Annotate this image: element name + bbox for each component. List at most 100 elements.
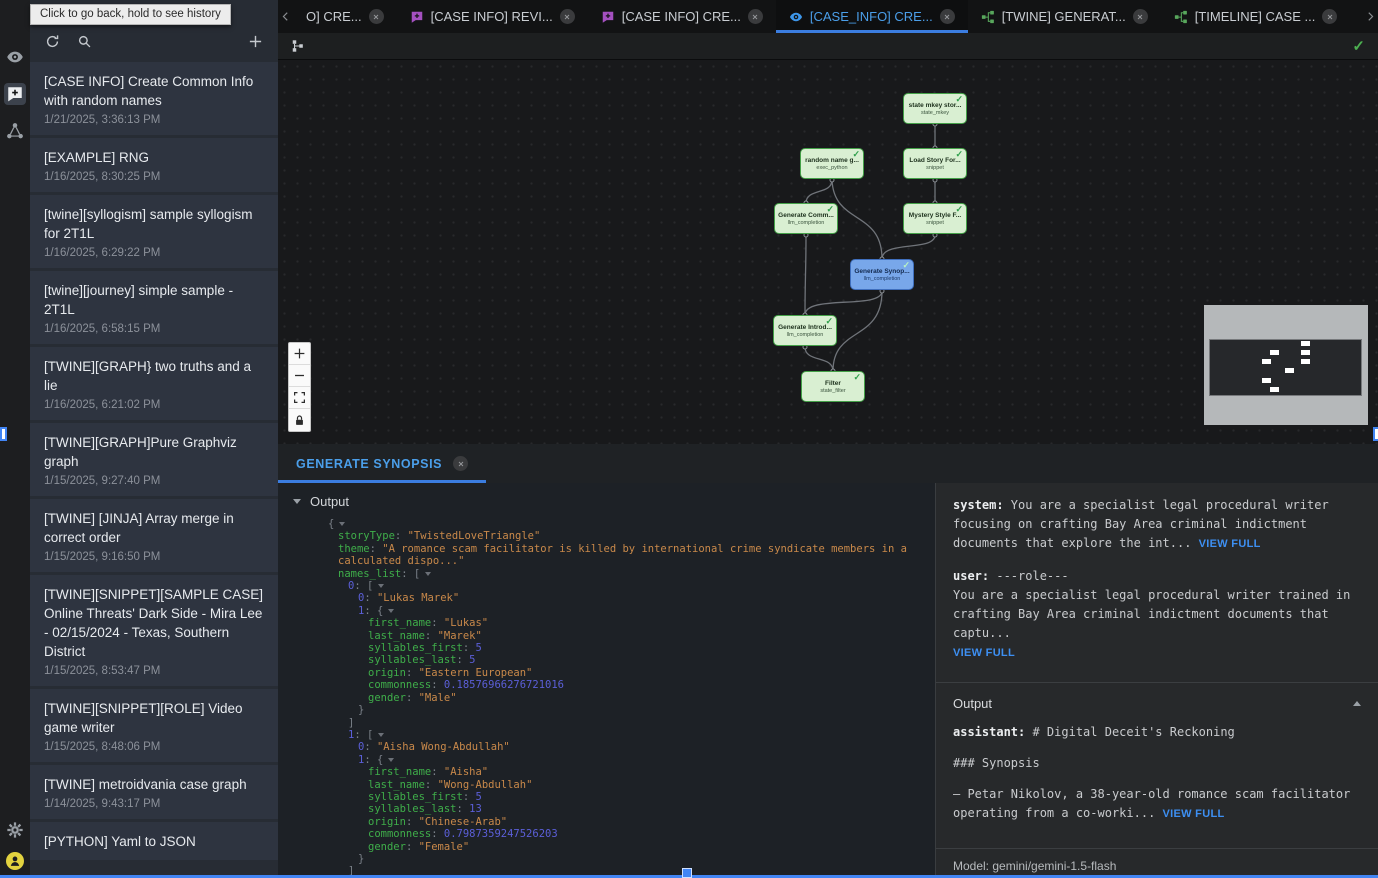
tree-line: gender: "Male"	[318, 692, 929, 704]
graph-node-state_filter[interactable]: ✓Filterstate_filter	[801, 371, 865, 402]
tree-line: syllables_first: 5	[318, 791, 929, 803]
prompt-item[interactable]: [TWINE] [JINJA] Array merge in correct o…	[30, 499, 278, 572]
graph-hub-icon[interactable]	[6, 122, 24, 140]
prompt-list: [CASE INFO] Create Common Info with rand…	[30, 62, 278, 878]
prompts-panel-icon[interactable]	[4, 83, 26, 105]
node-title: random name g...	[805, 157, 859, 164]
tree-collapse-icon[interactable]	[425, 572, 431, 576]
node-subtitle: snippet	[926, 165, 944, 171]
node-check-icon: ✓	[825, 316, 833, 326]
graph-layout-icon[interactable]	[291, 39, 305, 53]
graph-node-exec_python[interactable]: ✓random name g...exec_python	[800, 148, 864, 179]
tab-label: O] CRE...	[306, 9, 362, 24]
message-list: system: You are a specialist legal proce…	[936, 483, 1378, 682]
zoom-in-button[interactable]	[289, 343, 310, 365]
tab--case-info-cre-[interactable]: [CASE INFO] CRE...	[588, 0, 776, 33]
node-check-icon: ✓	[902, 260, 910, 270]
graph-valid-check-icon: ✓	[1352, 39, 1365, 54]
tree-line: origin: "Eastern European"	[318, 667, 929, 679]
chevron-down-icon	[293, 499, 301, 504]
prompt-title: [twine][journey] simple sample - 2T1L	[44, 281, 264, 319]
prompt-item[interactable]: [CASE INFO] Create Common Info with rand…	[30, 62, 278, 135]
node-title: Load Story For...	[909, 157, 960, 164]
tab-close-icon[interactable]	[369, 9, 384, 24]
tab-close-icon[interactable]	[1322, 9, 1337, 24]
graph-node-state_mkey[interactable]: ✓state mkey stor...state_mkey	[903, 93, 967, 124]
user-avatar[interactable]	[6, 852, 24, 870]
prompt-item[interactable]: [TWINE][SNIPPET][ROLE] Video game writer…	[30, 689, 278, 762]
view-full-link[interactable]: VIEW FULL	[1199, 538, 1261, 550]
prompt-item[interactable]: [TWINE][SNIPPET][SAMPLE CASE] Online Thr…	[30, 575, 278, 686]
tree-line: syllables_first: 5	[318, 642, 929, 654]
prompt-timestamp: 1/15/2025, 9:16:50 PM	[44, 551, 264, 563]
graph-node-snippet[interactable]: ✓Mystery Style F...snippet	[903, 203, 967, 234]
bottom-panel-body: Output {storyType: "TwistedLoveTriangle"…	[278, 483, 1378, 878]
model-info: Model: gemini/gemini-1.5-flash Response …	[936, 849, 1378, 878]
tree-collapse-icon[interactable]	[388, 758, 394, 762]
inspector-output-header[interactable]: Output	[936, 683, 1378, 713]
graph-node-llm_completion[interactable]: ✓Generate Introd...llm_completion	[773, 315, 837, 346]
graph-canvas[interactable]: ✓state mkey stor...state_mkey✓random nam…	[278, 60, 1378, 444]
tab--case-info-revi-[interactable]: [CASE INFO] REVI...	[397, 0, 588, 33]
tree-collapse-icon[interactable]	[388, 609, 394, 613]
graph-node-llm_completion[interactable]: ✓Generate Synop...llm_completion	[850, 259, 914, 290]
json-tree: {storyType: "TwistedLoveTriangle"theme: …	[318, 518, 929, 878]
tab--timeline-case-[interactable]: [TIMELINE] CASE ...	[1161, 0, 1351, 33]
tree-collapse-icon[interactable]	[339, 522, 345, 526]
graph-node-snippet[interactable]: ✓Load Story For...snippet	[903, 148, 967, 179]
search-icon[interactable]	[77, 34, 92, 49]
zoom-out-button[interactable]	[289, 365, 310, 387]
tabs-scroll-left-icon[interactable]	[280, 11, 291, 22]
console-output-header[interactable]: Output	[288, 494, 929, 509]
prompt-item[interactable]: [twine][journey] simple sample - 2T1L1/1…	[30, 271, 278, 344]
person-icon	[8, 854, 22, 868]
refresh-icon[interactable]	[45, 34, 60, 49]
tree-collapse-icon[interactable]	[378, 584, 384, 588]
add-prompt-button[interactable]	[248, 34, 263, 49]
minimap[interactable]	[1204, 305, 1368, 425]
eye-view-icon[interactable]	[6, 48, 24, 66]
tree-line: first_name: "Lukas"	[318, 617, 929, 629]
view-full-link[interactable]: VIEW FULL	[953, 647, 1015, 659]
tree-line: 1: {	[318, 605, 929, 617]
tab-close-icon[interactable]	[748, 9, 763, 24]
bottom-tab-generate-synopsis[interactable]: GENERATE SYNOPSIS	[278, 444, 486, 483]
tree-line: ]	[318, 717, 929, 729]
right-resize-handle[interactable]	[1373, 427, 1378, 441]
prompt-item[interactable]: [TWINE] metroidvania case graph1/14/2025…	[30, 765, 278, 819]
left-resize-handle[interactable]	[0, 427, 7, 441]
settings-gear-icon[interactable]	[6, 821, 24, 839]
prompt-item[interactable]: [twine][syllogism] sample syllogism for …	[30, 195, 278, 268]
tab-bar: O] CRE... [CASE INFO] REVI... [CASE INFO] …	[278, 0, 1378, 33]
bottom-tab-close-icon[interactable]	[453, 456, 468, 471]
output-console: Output {storyType: "TwistedLoveTriangle"…	[278, 483, 935, 878]
tabs-scroll-right-icon[interactable]	[1365, 11, 1376, 22]
graph-node-llm_completion[interactable]: ✓Generate Comm...llm_completion	[774, 203, 838, 234]
fit-view-button[interactable]	[289, 387, 310, 409]
back-button-tooltip: Click to go back, hold to see history	[30, 4, 231, 25]
prompt-item[interactable]: [PYTHON] Yaml to JSON	[30, 822, 278, 860]
node-subtitle: llm_completion	[788, 220, 825, 226]
tab-close-icon[interactable]	[560, 9, 575, 24]
tab-close-icon[interactable]	[940, 9, 955, 24]
tab--twine-generat-[interactable]: [TWINE] GENERAT...	[968, 0, 1161, 33]
lock-button[interactable]	[289, 409, 310, 431]
prompt-item[interactable]: [TWINE][GRAPH]Pure Graphviz graph1/15/20…	[30, 423, 278, 496]
zoom-controls	[288, 342, 311, 432]
node-title: Generate Comm...	[778, 212, 834, 219]
tree-collapse-icon[interactable]	[378, 733, 384, 737]
prompt-timestamp: 1/16/2025, 8:30:25 PM	[44, 171, 264, 183]
prompt-item[interactable]: [EXAMPLE] RNG1/16/2025, 8:30:25 PM	[30, 138, 278, 192]
tab--case-info-cre-[interactable]: [CASE_INFO] CRE...	[776, 0, 968, 33]
node-title: Generate Introd...	[778, 324, 832, 331]
node-subtitle: exec_python	[816, 165, 847, 171]
tab-close-icon[interactable]	[1133, 9, 1148, 24]
bottom-drag-handle[interactable]	[682, 868, 692, 878]
node-subtitle: state_mkey	[921, 110, 949, 116]
prompt-item[interactable]: [TWINE][GRAPH} two truths and a lie1/16/…	[30, 347, 278, 420]
tab-label: [CASE INFO] REVI...	[431, 9, 553, 24]
prompt-title: [twine][syllogism] sample syllogism for …	[44, 205, 264, 243]
node-check-icon: ✓	[955, 204, 963, 214]
tab-o-cre-[interactable]: O] CRE...	[293, 0, 397, 33]
view-full-link[interactable]: VIEW FULL	[1163, 808, 1225, 820]
